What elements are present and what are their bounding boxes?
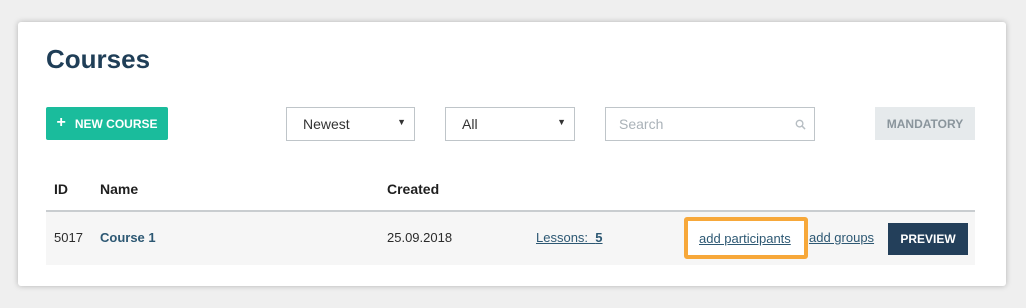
lessons-count: 5 [595, 230, 603, 245]
new-course-label: NEW COURSE [74, 116, 158, 131]
courses-card: Courses + NEW COURSE Newest ▼ All ▼ MAND… [18, 22, 1006, 286]
filter-select[interactable]: All ▼ [445, 107, 575, 141]
table-row: 5017 Course 1 25.09.2018 Lessons: 5 add … [46, 212, 975, 265]
plus-icon: + [56, 113, 66, 131]
page-title: Courses [46, 44, 151, 74]
sort-select-value: Newest [303, 116, 350, 132]
mandatory-button[interactable]: MANDATORY [875, 107, 975, 140]
course-created-date: 25.09.2018 [387, 230, 453, 245]
preview-button[interactable]: PREVIEW [888, 223, 968, 255]
course-id: 5017 [54, 230, 83, 245]
add-groups-link[interactable]: add groups [809, 230, 874, 245]
search-icon [795, 119, 806, 130]
column-header-id: ID [54, 181, 68, 197]
chevron-down-icon: ▼ [397, 117, 406, 127]
add-participants-link[interactable]: add participants [699, 231, 791, 246]
search-box [605, 107, 815, 141]
lessons-label: Lessons: [536, 230, 589, 245]
column-header-created[interactable]: Created [387, 181, 439, 197]
new-course-button[interactable]: + NEW COURSE [46, 107, 168, 140]
lessons-link[interactable]: Lessons: 5 [536, 230, 603, 245]
search-input[interactable] [606, 108, 814, 140]
course-name-link[interactable]: Course 1 [100, 230, 156, 245]
chevron-down-icon: ▼ [557, 117, 566, 127]
filter-select-value: All [462, 116, 478, 132]
column-header-name[interactable]: Name [100, 181, 138, 197]
sort-select[interactable]: Newest ▼ [286, 107, 415, 141]
add-participants-highlight: add participants [684, 217, 808, 259]
